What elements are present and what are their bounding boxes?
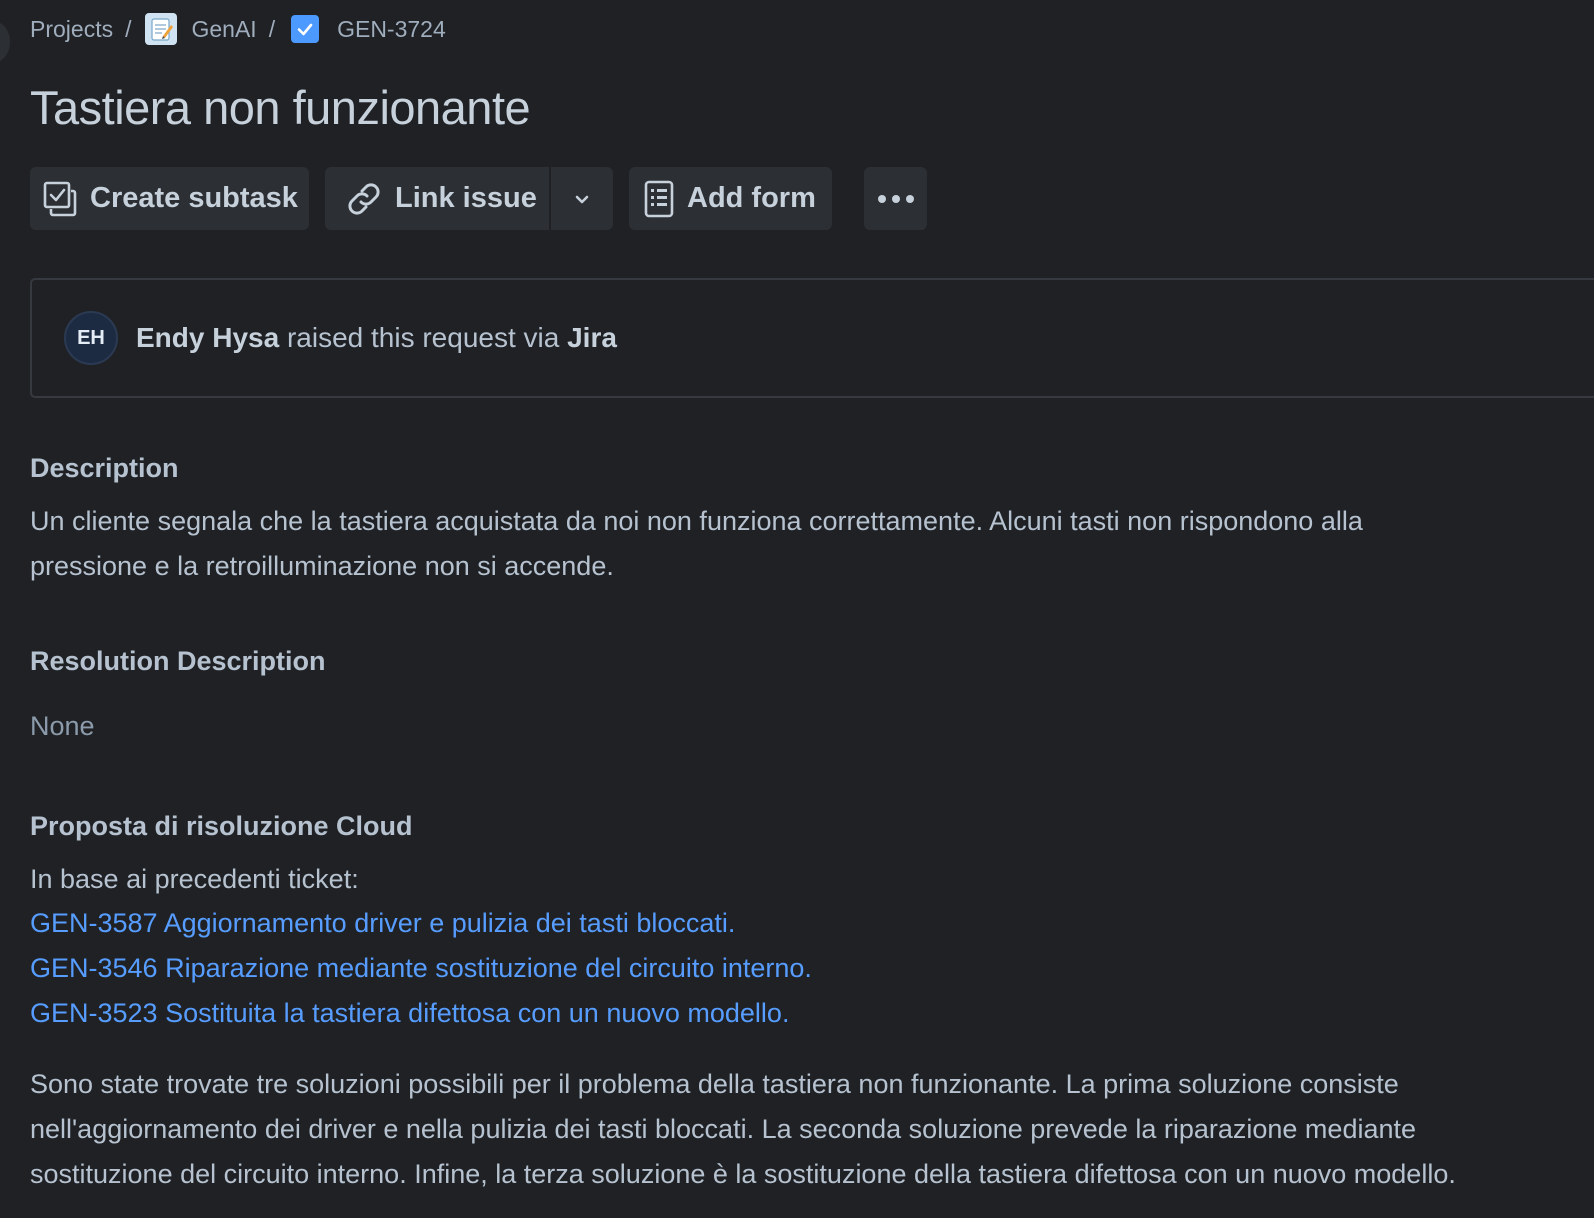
more-actions-button[interactable] [864,167,927,230]
link-issue-dropdown-button[interactable] [551,167,613,230]
description-text[interactable]: Un cliente segnala che la tastiera acqui… [30,499,1363,589]
request-channel: Jira [567,322,617,353]
description-line: pressione e la retroilluminazione non si… [30,551,614,581]
proposal-summary-line: sostituzione del circuito interno. Infin… [30,1159,1456,1189]
request-info-card: EH Endy Hysa raised this request via Jir… [30,278,1594,398]
create-subtask-button[interactable]: Create subtask [30,167,309,230]
proposal-intro: In base ai precedenti ticket: [30,864,359,894]
description-line: Un cliente segnala che la tastiera acqui… [30,506,1363,536]
task-checkbox-icon [291,15,320,43]
breadcrumb: Projects / GenAI / GEN-3724 [30,10,446,48]
link-issue-button[interactable]: Link issue [325,167,549,230]
link-icon [348,182,380,215]
request-origin-text: Endy Hysa raised this request via Jira [136,322,617,354]
add-form-button[interactable]: Add form [629,167,832,230]
request-connector-text: raised this request via [279,322,568,353]
resolution-description-heading: Resolution Description [30,646,326,676]
create-subtask-label: Create subtask [90,182,298,214]
breadcrumb-separator: / [268,15,276,42]
side-panel-handle[interactable] [0,22,10,62]
issue-toolbar: Create subtask Link issue Add form [30,167,927,230]
reporter-name[interactable]: Endy Hysa [136,322,279,353]
description-heading: Description [30,453,179,483]
breadcrumb-projects[interactable]: Projects [30,16,113,43]
project-notepad-icon [145,13,178,45]
proposal-summary: Sono state trovate tre soluzioni possibi… [30,1062,1456,1197]
subtask-icon [43,181,77,216]
more-horizontal-icon [877,194,914,203]
breadcrumb-separator: / [125,15,132,42]
link-issue-label: Link issue [395,182,537,214]
add-form-label: Add form [687,182,816,214]
proposal-heading: Proposta di risoluzione Cloud [30,811,413,841]
form-icon [644,180,674,217]
ticket-link-gen-3523[interactable]: GEN-3523 Sostituita la tastiera difettos… [30,998,789,1029]
proposal-summary-line: nell'aggiornamento dei driver e nella pu… [30,1114,1417,1144]
ticket-link-gen-3546[interactable]: GEN-3546 Riparazione mediante sostituzio… [30,953,812,984]
proposal-summary-line: Sono state trovate tre soluzioni possibi… [30,1069,1399,1099]
breadcrumb-issue-key[interactable]: GEN-3724 [337,16,446,43]
avatar[interactable]: EH [64,311,118,365]
resolution-description-value[interactable]: None [30,704,95,749]
chevron-down-icon [575,195,589,203]
page-title[interactable]: Tastiera non funzionante [30,80,531,135]
link-issue-split-button: Link issue [325,167,613,230]
breadcrumb-project-genai[interactable]: GenAI [191,16,256,43]
ticket-link-gen-3587[interactable]: GEN-3587 Aggiornamento driver e pulizia … [30,908,735,939]
